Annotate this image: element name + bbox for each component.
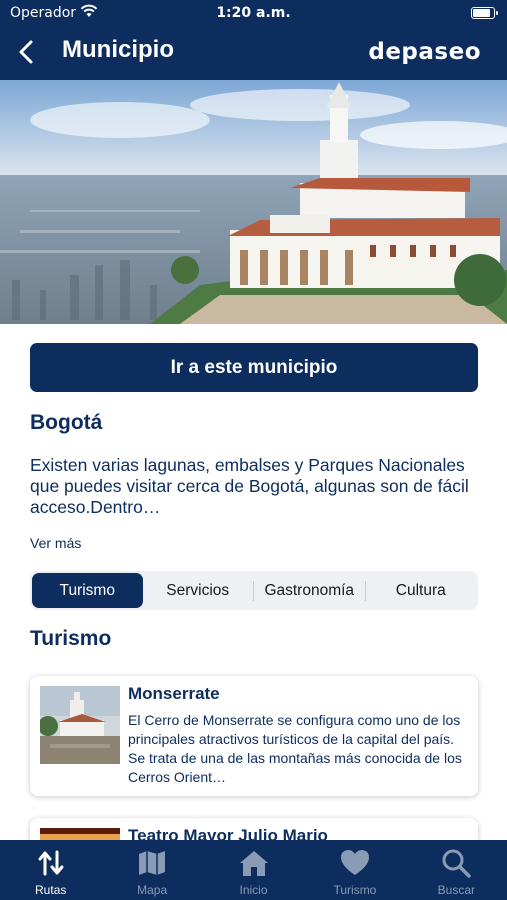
place-card[interactable]: Monserrate El Cerro de Monserrate se con… — [30, 676, 478, 796]
category-segmented-control: Turismo Servicios Gastronomía Cultura — [30, 571, 478, 610]
section-title: Turismo — [30, 627, 112, 650]
nav-bar: Municipio depaseo — [0, 30, 507, 74]
top-bar: Operador 1:20 a.m. Municipio depaseo — [0, 0, 507, 80]
tab-mapa[interactable]: Mapa — [101, 840, 202, 900]
tab-label: Inicio — [239, 883, 268, 897]
tab-rutas[interactable]: Rutas — [0, 840, 101, 900]
tab-label: Buscar — [437, 883, 475, 897]
municipality-hero-image — [0, 80, 507, 324]
place-title: Monserrate — [128, 684, 220, 703]
app-screen: Operador 1:20 a.m. Municipio depaseo Ir … — [0, 0, 507, 900]
segment-servicios[interactable]: Servicios — [143, 573, 254, 608]
battery-icon — [471, 7, 498, 19]
place-thumbnail — [40, 686, 120, 764]
bottom-tab-bar: Rutas Mapa Inicio Turismo Buscar — [0, 840, 507, 900]
brand-logo: depaseo — [368, 39, 481, 65]
segment-gastronomia[interactable]: Gastronomía — [254, 573, 365, 608]
page-title: Municipio — [62, 36, 174, 63]
status-bar: Operador 1:20 a.m. — [0, 0, 507, 28]
map-icon — [139, 851, 166, 875]
search-icon — [442, 849, 472, 878]
routes-icon — [38, 850, 64, 876]
back-icon[interactable] — [12, 36, 44, 68]
tab-inicio[interactable]: Inicio — [203, 840, 304, 900]
status-time: 1:20 a.m. — [216, 5, 291, 21]
tab-turismo[interactable]: Turismo — [304, 840, 405, 900]
municipality-description: Existen varias lagunas, embalses y Parqu… — [30, 455, 469, 517]
tab-label: Turismo — [333, 883, 377, 897]
tab-label: Mapa — [137, 883, 168, 897]
see-more-link[interactable]: Ver más — [30, 535, 81, 551]
tab-buscar[interactable]: Buscar — [406, 840, 507, 900]
heart-icon — [340, 850, 369, 875]
place-description: El Cerro de Monserrate se configura como… — [128, 712, 462, 785]
monserrate-photo — [0, 80, 507, 324]
home-icon — [239, 851, 268, 876]
segment-turismo[interactable]: Turismo — [32, 573, 143, 608]
tab-label: Rutas — [35, 883, 67, 897]
segment-cultura[interactable]: Cultura — [366, 573, 477, 608]
municipality-name: Bogotá — [30, 411, 103, 434]
go-to-municipality-button[interactable]: Ir a este municipio — [30, 343, 478, 392]
